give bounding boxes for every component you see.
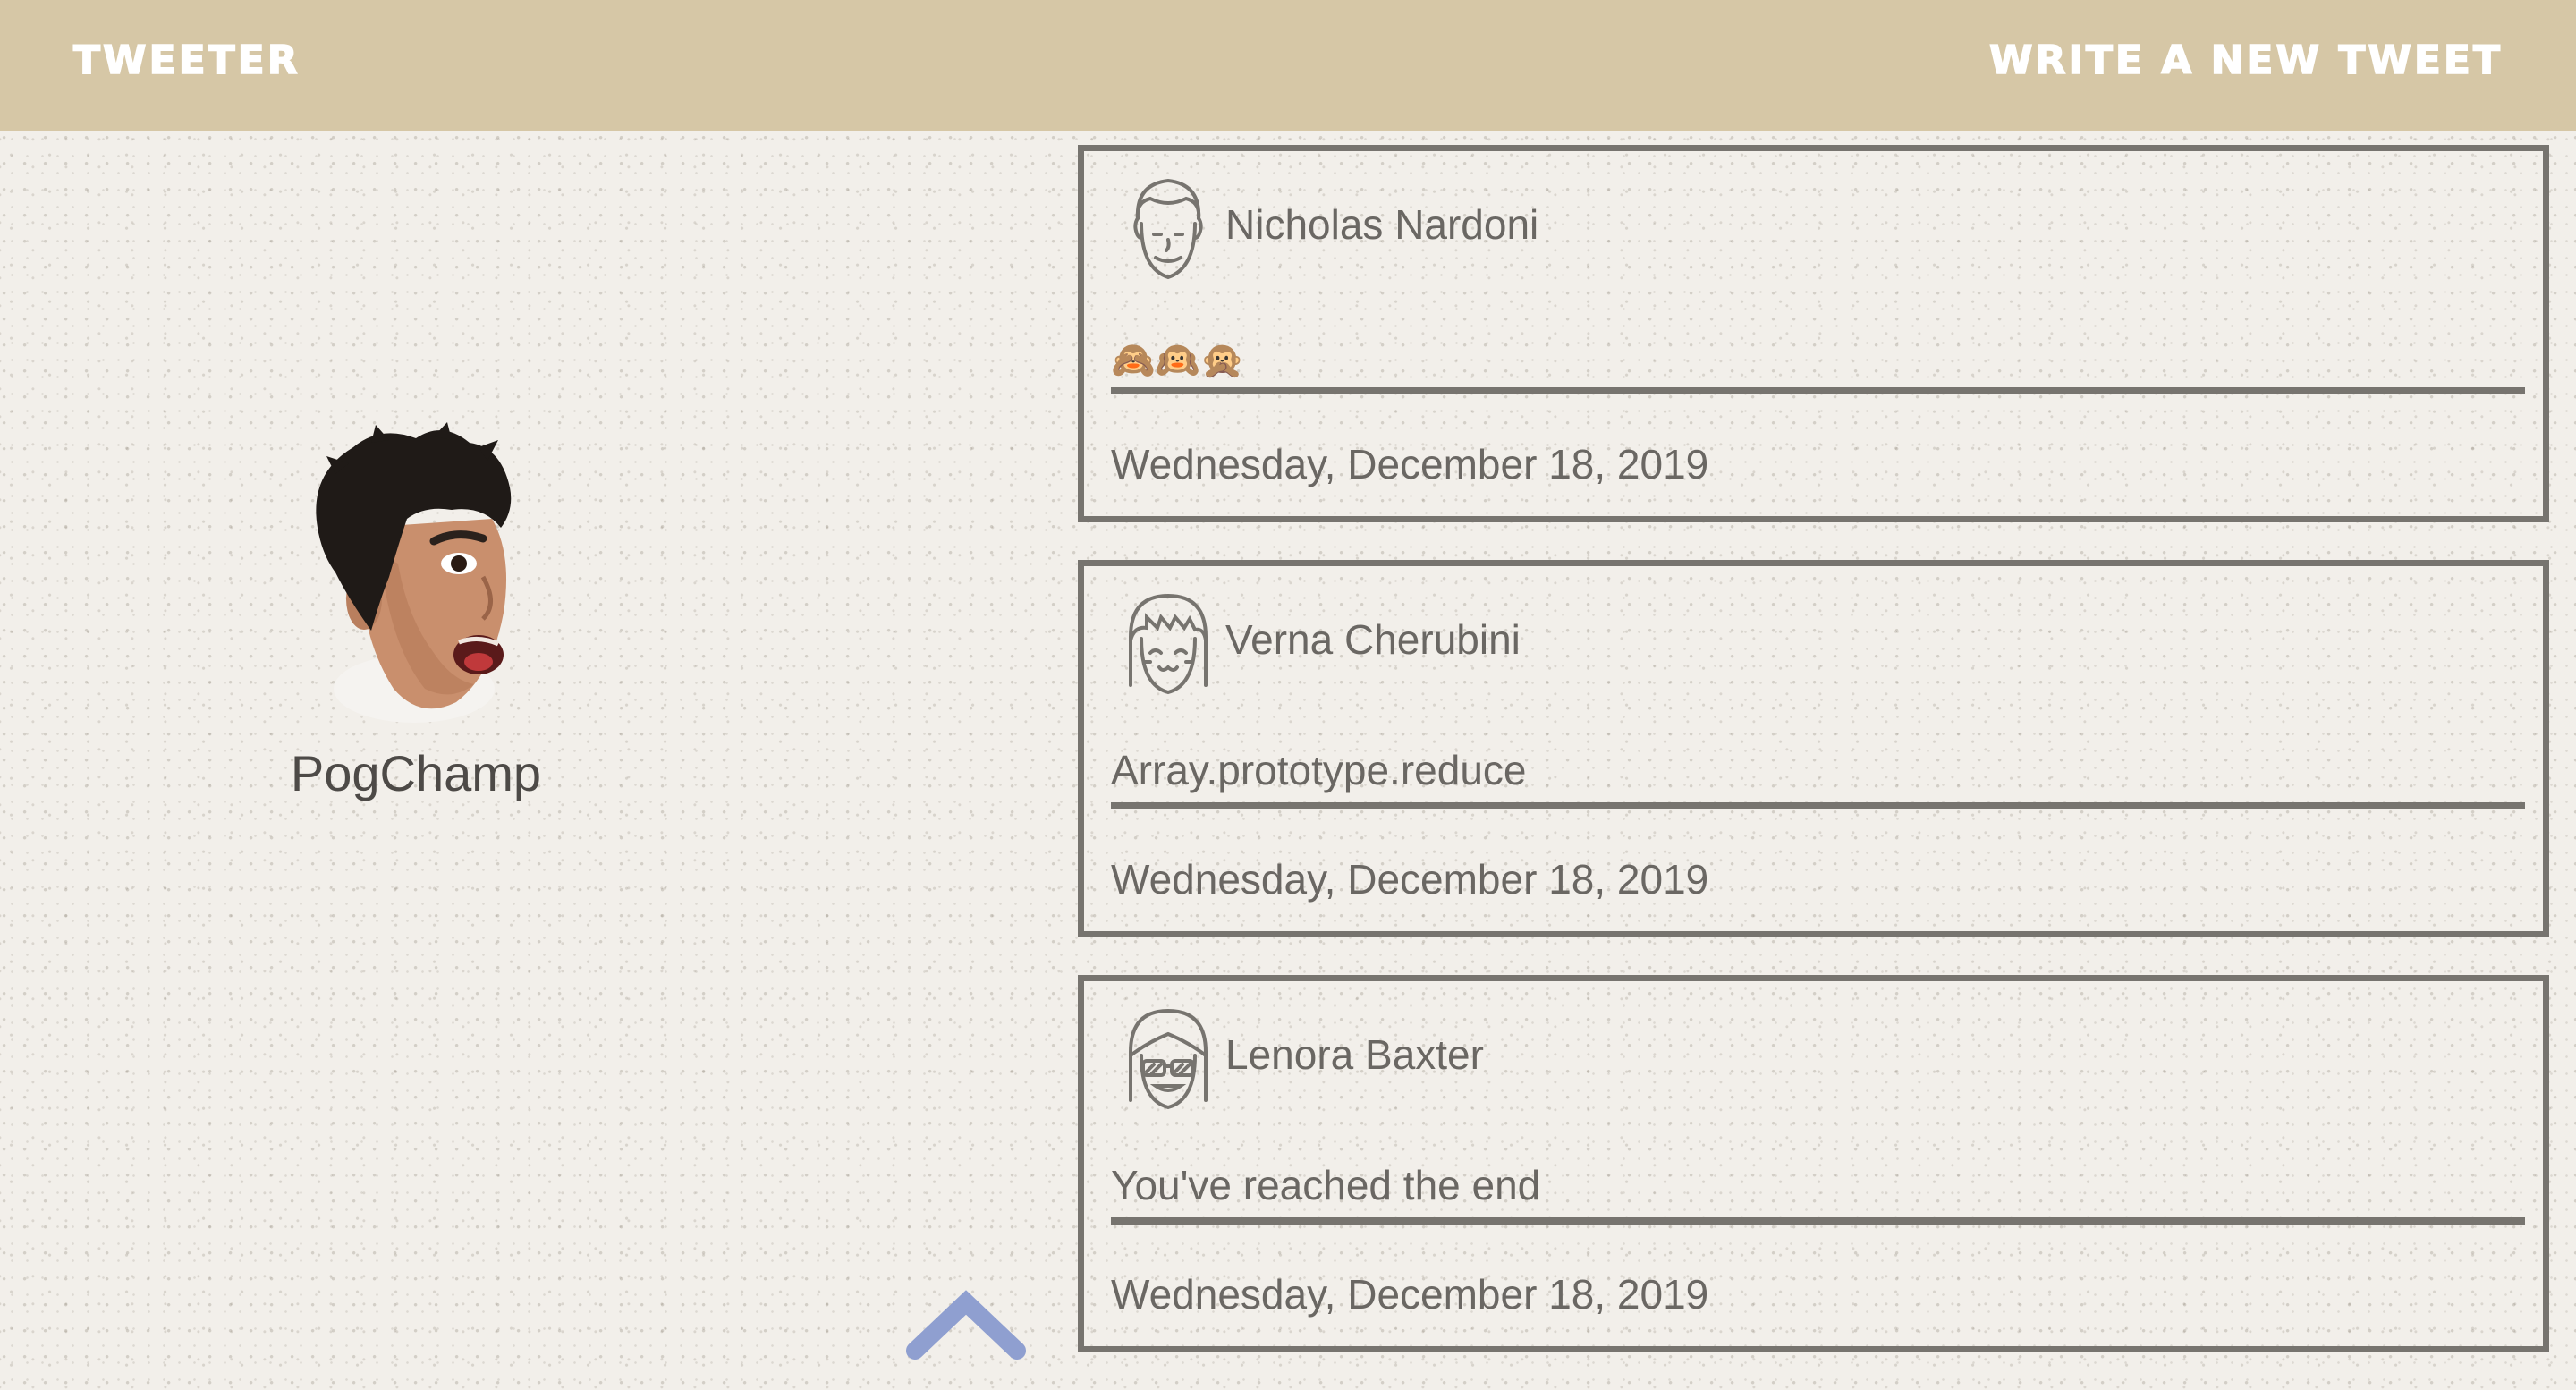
tweet-content: You've reached the end (1111, 1162, 1541, 1208)
top-nav: TWEETER WRITE A NEW TWEET (0, 0, 2576, 131)
tweet-card: Lenora Baxter You've reached the end Wed… (1078, 975, 2549, 1352)
tweet-date: Wednesday, December 18, 2019 (1111, 1271, 1709, 1318)
tweet-header: Verna Cherubini (1111, 586, 1521, 702)
tweet-card: Nicholas Nardoni 🙈🙉🙊 Wednesday, December… (1078, 145, 2549, 522)
tweet-date: Wednesday, December 18, 2019 (1111, 441, 1709, 487)
tweet-date: Wednesday, December 18, 2019 (1111, 856, 1709, 903)
chevron-up-icon (906, 1290, 1026, 1360)
tweet-divider (1111, 387, 2525, 394)
tweet-author-name[interactable]: Nicholas Nardoni (1225, 198, 1538, 251)
smiling-girl-bangs-icon (1129, 593, 1208, 695)
smiling-man-face-icon (1133, 178, 1203, 280)
tweet-divider (1111, 802, 2525, 809)
brand-logo-text[interactable]: TWEETER (72, 36, 301, 86)
user-profile: PogChamp (233, 420, 599, 805)
tweet-content: Array.prototype.reduce (1111, 747, 1527, 793)
profile-name: PogChamp (290, 745, 542, 801)
girl-sunglasses-icon (1129, 1008, 1208, 1110)
tweet-divider (1111, 1217, 2525, 1225)
tweet-feed: Nicholas Nardoni 🙈🙉🙊 Wednesday, December… (1078, 145, 2549, 1390)
profile-face-image (316, 422, 512, 723)
tweet-card: Verna Cherubini Array.prototype.reduce W… (1078, 560, 2549, 937)
tweet-header: Lenora Baxter (1111, 1001, 1484, 1117)
tweet-header: Nicholas Nardoni (1111, 171, 1538, 287)
tweet-content: 🙈🙉🙊 (1111, 340, 1245, 381)
tweet-author-name[interactable]: Lenora Baxter (1225, 1028, 1484, 1081)
tweet-author-name[interactable]: Verna Cherubini (1225, 613, 1521, 666)
write-new-tweet-button[interactable]: WRITE A NEW TWEET (1988, 36, 2503, 86)
scroll-to-top-button[interactable] (899, 1279, 1033, 1364)
profile-avatar (300, 420, 532, 742)
